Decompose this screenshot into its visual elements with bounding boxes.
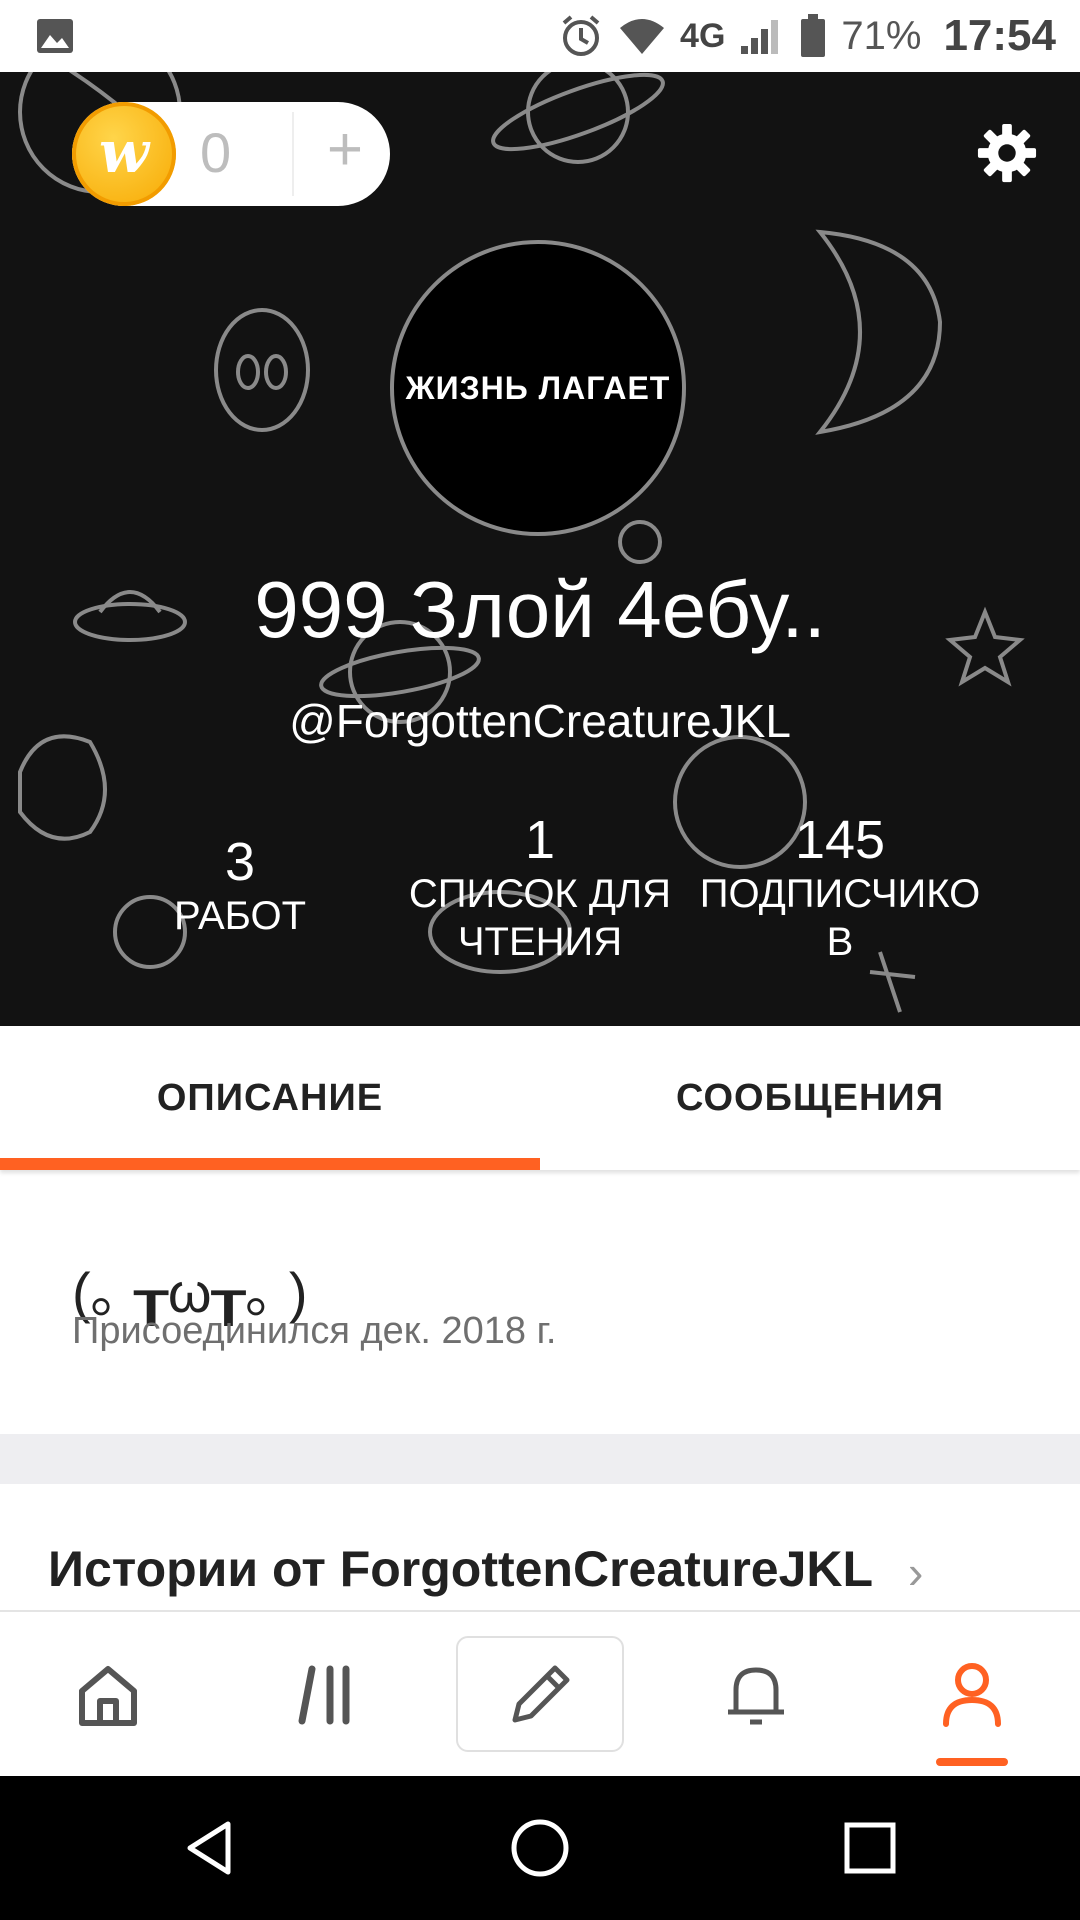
back-triangle-icon xyxy=(187,1821,231,1875)
library-icon xyxy=(298,1665,350,1725)
home-icon xyxy=(79,1666,137,1726)
stat-reading-lists[interactable]: 1 СПИСОК ДЛЯ ЧТЕНИЯ xyxy=(390,810,690,966)
joined-date: Присоединился дек. 2018 г. xyxy=(72,1310,557,1352)
profile-tabs: ОПИСАНИЕ СООБЩЕНИЯ xyxy=(0,1026,1080,1170)
display-name: 999 Злой 4ебу.. xyxy=(254,565,826,654)
status-bar: 4G 71% 17:54 xyxy=(0,0,1080,72)
home-system-button[interactable] xyxy=(480,1776,600,1920)
works-count: 3 xyxy=(224,832,256,892)
home-circle-icon xyxy=(511,1819,569,1877)
recents-square-icon xyxy=(844,1822,896,1874)
clock: 17:54 xyxy=(943,11,1056,60)
avatar-text: ЖИЗНЬ ЛАГАЕТ xyxy=(405,369,671,406)
section-separator xyxy=(0,1434,1080,1484)
active-nav-indicator xyxy=(936,1758,1008,1766)
active-tab-indicator xyxy=(0,1158,540,1170)
nav-write[interactable] xyxy=(432,1612,648,1778)
chevron-right-icon[interactable]: › xyxy=(908,1545,923,1599)
coin-balance-pill[interactable]: w 0 + xyxy=(72,102,390,206)
followers-count: 145 xyxy=(794,810,886,870)
bottom-navigation xyxy=(0,1610,1080,1778)
profile-avatar[interactable]: ЖИЗНЬ ЛАГАЕТ xyxy=(390,240,686,536)
profile-icon xyxy=(943,1663,1001,1727)
tab-about[interactable]: ОПИСАНИЕ xyxy=(0,1026,540,1170)
wifi-icon xyxy=(620,19,665,54)
nav-home[interactable] xyxy=(0,1612,216,1778)
alarm-icon xyxy=(562,15,600,56)
nav-library[interactable] xyxy=(216,1612,432,1778)
back-button[interactable] xyxy=(150,1776,270,1920)
battery-icon xyxy=(801,14,826,57)
works-label: РАБОТ xyxy=(173,894,307,938)
wattpad-coin-icon: w xyxy=(72,102,176,206)
coin-count: 0 xyxy=(200,121,232,184)
bell-icon xyxy=(728,1667,784,1725)
profile-header: w 0 + ЖИЗНЬ ЛАГАЕТ 999 Злой 4ебу.. @Forg… xyxy=(0,72,1080,1026)
nav-profile[interactable] xyxy=(864,1612,1080,1778)
followers-label: ПОДПИСЧИКО В xyxy=(699,872,981,964)
gallery-notification-icon xyxy=(37,19,73,53)
pencil-icon xyxy=(512,1665,570,1723)
username: @ForgottenCreatureJKL xyxy=(289,695,791,747)
reading-lists-count: 1 xyxy=(524,810,556,870)
system-navigation-bar xyxy=(0,1776,1080,1920)
stat-works[interactable]: 3 РАБОТ xyxy=(90,832,390,940)
battery-percentage: 71% xyxy=(841,13,922,58)
nav-notifications[interactable] xyxy=(648,1612,864,1778)
tab-messages[interactable]: СООБЩЕНИЯ xyxy=(540,1026,1080,1170)
stories-section-title[interactable]: Истории от ForgottenCreatureJKL xyxy=(48,1540,873,1598)
reading-lists-label: СПИСОК ДЛЯ ЧТЕНИЯ xyxy=(408,872,672,964)
settings-gear-icon[interactable] xyxy=(976,122,1038,184)
signal-icon xyxy=(741,20,779,54)
divider xyxy=(292,112,294,196)
network-type: 4G xyxy=(680,16,726,55)
recents-button[interactable] xyxy=(810,1776,930,1920)
stat-followers[interactable]: 145 ПОДПИСЧИКО В xyxy=(690,810,990,966)
add-coins-button[interactable]: + xyxy=(314,114,376,185)
